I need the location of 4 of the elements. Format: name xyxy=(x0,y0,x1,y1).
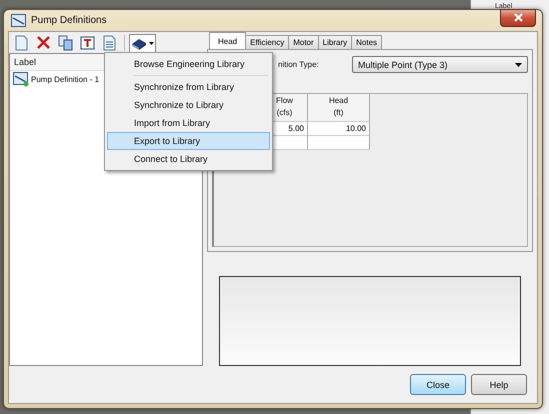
window-title: Pump Definitions xyxy=(31,15,108,26)
table-cell: 10.00 xyxy=(308,122,370,136)
field-label: nition Type: xyxy=(278,60,320,70)
column-header: Head (ft) xyxy=(308,94,370,122)
